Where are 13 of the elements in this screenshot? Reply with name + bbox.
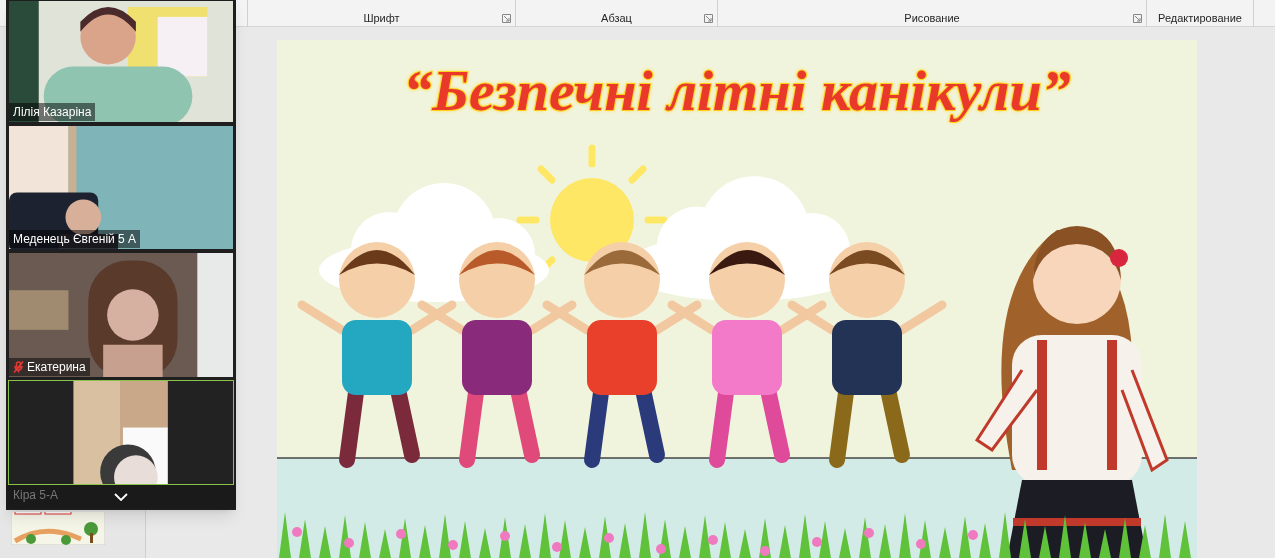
group-label: Абзац: [601, 11, 632, 25]
group-label: Шрифт: [363, 11, 400, 25]
dialog-launcher-icon[interactable]: [704, 14, 713, 23]
participant-name: Кіра 5-А: [13, 487, 58, 503]
participant-name: Меденець Євгеній 5 А: [13, 231, 137, 247]
dialog-launcher-icon[interactable]: [502, 14, 511, 23]
slide-thumbnail[interactable]: [11, 512, 105, 545]
group-label: Рисование: [904, 11, 960, 25]
dialog-launcher-icon[interactable]: [1133, 14, 1142, 23]
participant-name: Екатерина: [27, 359, 86, 375]
slide-title: “Безпечні літні канікули”: [403, 56, 1071, 125]
participant-name: Лілія Казаріна: [13, 104, 92, 120]
group-label: Редактирование: [1158, 11, 1242, 25]
